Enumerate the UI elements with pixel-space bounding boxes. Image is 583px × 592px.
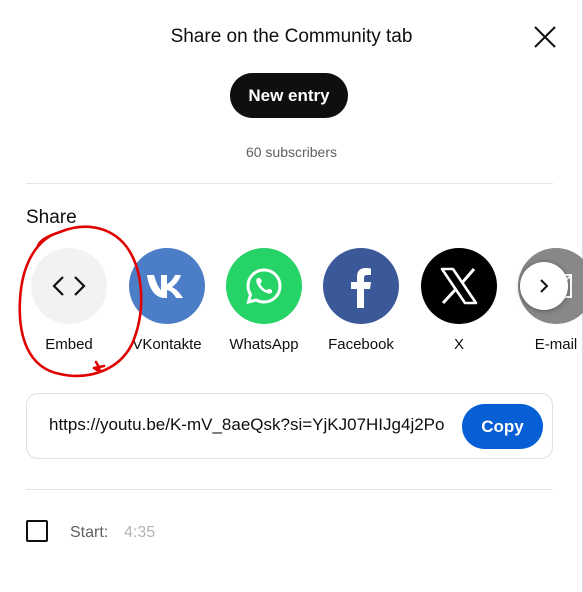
share-item-label: Embed: [45, 336, 93, 353]
share-item-embed[interactable]: Embed: [24, 248, 114, 353]
share-item-label: X: [453, 336, 464, 353]
share-item-vkontakte[interactable]: VKontakte: [122, 248, 212, 353]
new-entry-button[interactable]: New entry: [230, 73, 348, 118]
share-link-box: https://youtu.be/K-mV_8aeQsk?si=YjKJ07HI…: [26, 393, 553, 459]
facebook-circle: [323, 248, 399, 324]
copy-button[interactable]: Copy: [462, 404, 543, 449]
share-item-label: E-mail: [534, 336, 578, 353]
share-item-whatsapp[interactable]: WhatsApp: [219, 248, 309, 353]
share-dialog: Share on the Community tab New entry 60 …: [0, 0, 583, 592]
start-at-time[interactable]: 4:35: [124, 524, 155, 542]
embed-code-icon: [52, 276, 86, 296]
vk-logo-icon: [147, 275, 183, 298]
start-at-checkbox[interactable]: [26, 520, 48, 542]
chevron-right-icon: [540, 279, 549, 293]
close-button[interactable]: [528, 20, 562, 54]
x-circle: [421, 248, 497, 324]
share-heading: Share: [26, 207, 77, 228]
whatsapp-logo-icon: [246, 268, 282, 305]
dialog-title: Share on the Community tab: [170, 26, 413, 47]
share-item-label: WhatsApp: [229, 336, 299, 353]
whatsapp-circle: [226, 248, 302, 324]
share-targets-row: Embed VKontakte WhatsApp Facebook X E-ma…: [0, 248, 583, 358]
bottom-divider: [26, 489, 553, 490]
top-divider: [26, 183, 553, 184]
x-logo-icon: [440, 267, 478, 305]
start-at-label: Start:: [70, 524, 109, 541]
share-url-field[interactable]: https://youtu.be/K-mV_8aeQsk?si=YjKJ07HI…: [49, 415, 451, 435]
close-icon: [534, 26, 556, 48]
embed-circle: [31, 248, 107, 324]
share-item-label: Facebook: [328, 336, 394, 353]
next-share-targets-button[interactable]: [520, 262, 568, 310]
share-item-x[interactable]: X: [414, 248, 504, 353]
share-item-label: VKontakte: [132, 336, 202, 353]
facebook-logo-icon: [351, 268, 371, 308]
share-item-facebook[interactable]: Facebook: [316, 248, 406, 353]
subscriber-count: 60 subscribers: [245, 144, 338, 160]
vk-circle: [129, 248, 205, 324]
